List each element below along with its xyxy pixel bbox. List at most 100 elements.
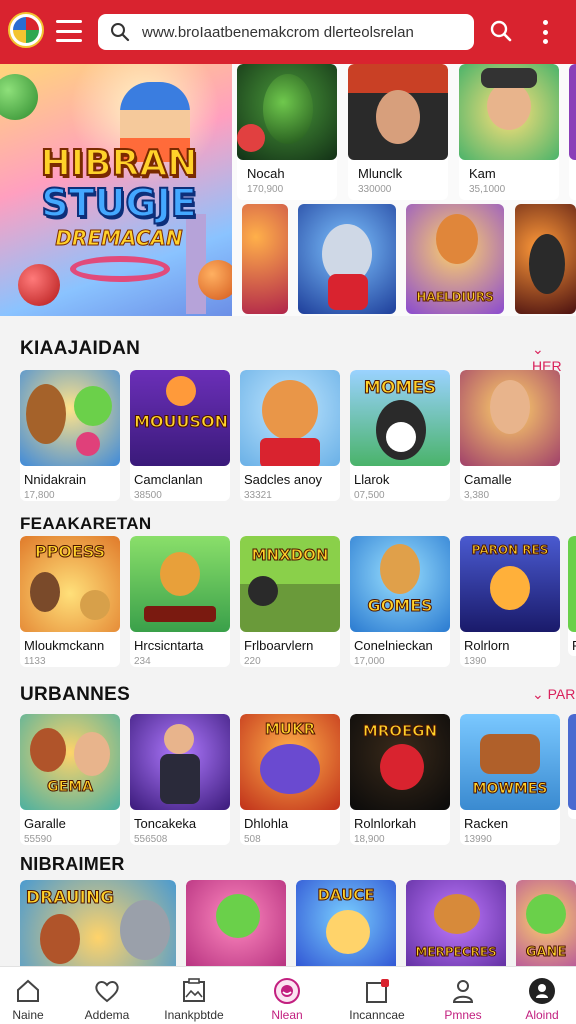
- game-card[interactable]: MERPECRES: [406, 880, 506, 966]
- game-card[interactable]: MOWMES Racken 13990: [460, 714, 560, 845]
- nav-favorites[interactable]: Addema: [66, 967, 148, 1024]
- game-count: 17,800: [24, 490, 55, 501]
- more-vertical-icon[interactable]: [538, 20, 552, 44]
- card-art-text: GANE: [525, 945, 567, 960]
- game-title: Llarok: [354, 472, 390, 487]
- card-art-text: GOMES: [367, 596, 433, 615]
- game-row: Nnidakrain 17,800 MOUUSON Camclanlan 385…: [0, 370, 576, 508]
- nav-label: Nlean: [271, 1008, 303, 1022]
- section-title: KIAAJAIDAN: [20, 338, 141, 359]
- game-title: Nocah: [247, 166, 285, 181]
- search-icon[interactable]: [490, 20, 512, 42]
- game-row: GEMA Garalle 55590 Toncakeka 556508 MUKR…: [0, 714, 576, 852]
- hero-game-card[interactable]: S: [569, 64, 576, 200]
- nav-home[interactable]: Naine: [0, 967, 69, 1024]
- game-count: 556508: [134, 834, 168, 845]
- game-card[interactable]: [186, 880, 286, 966]
- nav-label: Naine: [12, 1008, 44, 1022]
- nav-label: Incanncae: [349, 1008, 405, 1022]
- bottom-navigation: Naine Addema Inankpbtde Nlean Incanncae …: [0, 966, 576, 1024]
- game-title: Toncakeka: [134, 816, 197, 831]
- hero-game-card[interactable]: Mlunclk 330000: [348, 64, 448, 200]
- search-icon: [111, 23, 130, 42]
- hero-game-card[interactable]: Kam 35,1000: [459, 64, 559, 200]
- card-art-text: PPOESS: [34, 542, 106, 561]
- game-card[interactable]: Camalle 3,380: [460, 370, 560, 501]
- game-tile[interactable]: [515, 204, 576, 314]
- game-card[interactable]: [568, 714, 576, 819]
- game-title: Frlboarvlern: [244, 638, 314, 653]
- game-card[interactable]: MROEGN Rolnlorkah 18,900: [350, 714, 450, 845]
- game-card[interactable]: PPOESS Mloukmckann 1133: [20, 536, 120, 667]
- game-count: 170,900: [247, 184, 284, 195]
- game-card[interactable]: MOUUSON Camclanlan 38500: [130, 370, 230, 501]
- photo-frame-icon: [183, 978, 205, 1002]
- game-card[interactable]: DAUCE: [296, 880, 396, 966]
- game-card[interactable]: PARON RES Rolrlorn 1390: [460, 536, 560, 667]
- top-app-bar: [0, 0, 576, 64]
- game-card[interactable]: GOMES Conelnieckan 17,000: [350, 536, 450, 667]
- search-input[interactable]: [142, 23, 472, 41]
- game-count: 234: [134, 656, 151, 667]
- nav-notifications[interactable]: Incanncae: [336, 967, 418, 1024]
- game-title: Sadcles anoy: [244, 472, 323, 487]
- game-count: 33321: [244, 490, 272, 501]
- hero-game-card[interactable]: Nocah 170,900: [237, 64, 337, 200]
- game-title: Mloukmckann: [24, 638, 105, 653]
- smiley-icon: [274, 978, 300, 1004]
- game-tile[interactable]: [242, 204, 288, 314]
- banner-title-line1: HIBRAN: [40, 143, 199, 184]
- game-title: Hrcsicntarta: [134, 638, 204, 653]
- game-title: Nnidakrain: [24, 472, 87, 487]
- game-card[interactable]: Nnidakrain 17,800: [20, 370, 120, 501]
- game-row: DRAUING DAUCE MERPECRES GANE: [0, 880, 576, 966]
- nav-center[interactable]: Nlean: [246, 967, 328, 1024]
- game-count: [568, 653, 576, 656]
- app-logo-icon[interactable]: [8, 12, 44, 48]
- game-tile[interactable]: [298, 204, 396, 314]
- game-count: 220: [244, 656, 261, 667]
- game-count: 35,1000: [469, 184, 506, 195]
- home-icon: [17, 979, 39, 1002]
- card-art-text: MOWMES: [472, 781, 548, 797]
- section-title: NIBRAIMER: [20, 854, 125, 874]
- game-title: Mlunclk: [358, 166, 403, 181]
- game-tile[interactable]: HAELDIURS: [406, 204, 504, 314]
- search-bar[interactable]: [98, 14, 474, 50]
- game-card[interactable]: MOMES Llarok 07,500: [350, 370, 450, 501]
- game-card[interactable]: Sadcles anoy 33321: [240, 370, 340, 501]
- nav-account[interactable]: Aloind: [501, 967, 576, 1024]
- game-title: Rolnlorkah: [354, 816, 417, 831]
- game-card[interactable]: Toncakeka 556508: [130, 714, 230, 845]
- game-title: Camalle: [464, 472, 512, 487]
- game-card[interactable]: GANE: [516, 880, 576, 966]
- game-count: 13990: [464, 834, 492, 845]
- featured-banner[interactable]: HIBRAN STUGJE DREMACAN: [0, 64, 232, 316]
- game-title: Garalle: [24, 816, 66, 831]
- nav-label: Addema: [84, 1008, 130, 1022]
- card-art-text: GEMA: [47, 779, 94, 795]
- hero-section: HIBRAN STUGJE DREMACAN Nocah 170,900 Mlu…: [0, 64, 576, 316]
- nav-gallery[interactable]: Inankpbtde: [153, 967, 235, 1024]
- section-title: URBANNES: [20, 684, 131, 705]
- game-card[interactable]: F: [568, 536, 576, 656]
- game-count: 55590: [24, 834, 52, 845]
- game-card[interactable]: MUKR Dhlohla 508: [240, 714, 340, 845]
- game-count: 18,900: [354, 834, 385, 845]
- game-card[interactable]: GEMA Garalle 55590: [20, 714, 120, 845]
- game-title: F: [572, 638, 576, 653]
- user-icon: [452, 980, 474, 1003]
- game-count: 38500: [134, 490, 162, 501]
- card-art-text: MOMES: [363, 378, 437, 398]
- game-title: Conelnieckan: [354, 638, 433, 653]
- game-title: Rolrlorn: [464, 638, 510, 653]
- game-count: 3,380: [464, 490, 490, 501]
- game-card[interactable]: Hrcsicntarta 234: [130, 536, 230, 667]
- see-more-link[interactable]: ⌄ PAR: [532, 686, 575, 703]
- menu-icon[interactable]: [56, 20, 82, 42]
- card-art-text: PARON RES: [471, 543, 549, 557]
- game-count: 1390: [464, 656, 487, 667]
- game-card[interactable]: MNXDON Frlboarvlern 220: [240, 536, 340, 667]
- game-card[interactable]: DRAUING: [20, 880, 176, 966]
- nav-profile[interactable]: Pmnes: [422, 967, 504, 1024]
